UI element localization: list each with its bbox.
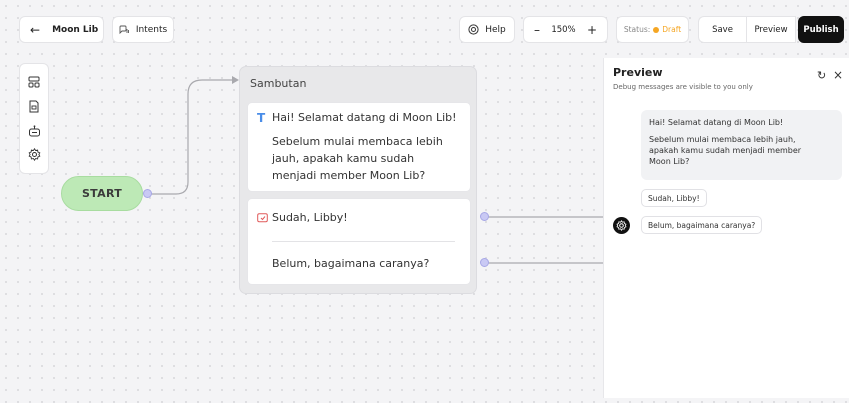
layout-blocks-icon[interactable]	[27, 75, 41, 89]
settings-gear-icon[interactable]	[27, 148, 41, 162]
zoom-in-button[interactable]: +	[587, 23, 597, 37]
save-label: Save	[712, 24, 733, 35]
choice-2-output-port[interactable]	[480, 258, 489, 267]
bot-message-line-3: apakah kamu sudah menjadi member	[649, 146, 802, 155]
close-icon[interactable]: ×	[833, 68, 843, 82]
project-name: Moon Lib	[52, 24, 99, 35]
text-step-icon: T	[257, 111, 266, 125]
save-button[interactable]: Save	[698, 16, 746, 43]
block-title: Sambutan	[250, 77, 307, 90]
choice-chip-sudah-label: Sudah, Libby!	[648, 193, 700, 203]
start-connector	[148, 79, 232, 195]
preview-button[interactable]: Preview	[746, 16, 796, 43]
choices-step-card[interactable]: Sudah, Libby! Belum, bagaimana caranya?	[247, 198, 471, 285]
help-label: Help	[485, 24, 506, 35]
status-label: Status:	[623, 25, 651, 34]
choice-divider	[272, 241, 455, 242]
block-sambutan[interactable]: Sambutan T Hai! Selamat datang di Moon L…	[239, 66, 477, 294]
zoom-out-button[interactable]: –	[534, 23, 540, 37]
message-line-2: Sebelum mulai membaca lebih	[272, 135, 443, 148]
zoom-control: – 150% +	[523, 16, 608, 43]
back-arrow-icon: ←	[30, 22, 41, 37]
bot-message-line-4: Moon Lib?	[649, 157, 690, 166]
back-project-button[interactable]: ← Moon Lib	[19, 16, 104, 43]
preview-panel: Preview Debug messages are visible to yo…	[603, 58, 849, 398]
intents-button[interactable]: Intents	[112, 16, 174, 43]
bot-avatar-icon	[616, 220, 627, 231]
choice-1-text: Sudah, Libby!	[272, 211, 348, 224]
preview-label: Preview	[754, 24, 788, 35]
message-line-3: jauh, apakah kamu sudah	[272, 152, 415, 165]
help-button[interactable]: Help	[459, 16, 515, 43]
message-line-1: Hai! Selamat datang di Moon Lib!	[272, 111, 457, 124]
connector-arrow	[232, 76, 239, 84]
start-output-port[interactable]	[143, 189, 152, 198]
zoom-level: 150%	[551, 24, 576, 35]
choice-step-icon	[257, 213, 268, 223]
document-icon[interactable]	[27, 99, 41, 113]
publish-button[interactable]: Publish	[798, 16, 844, 43]
intents-icon	[119, 25, 129, 34]
bot-message-line-2: Sebelum mulai membaca lebih jauh,	[649, 135, 796, 144]
start-label: START	[81, 187, 123, 200]
preview-title: Preview	[613, 66, 663, 79]
left-toolbar	[19, 63, 49, 174]
bot-icon[interactable]	[27, 124, 41, 138]
choice-chip-sudah[interactable]: Sudah, Libby!	[641, 189, 707, 207]
status-dot-icon	[653, 26, 660, 33]
status-value: Draft	[662, 25, 682, 34]
text-step-card[interactable]: T Hai! Selamat datang di Moon Lib! Sebel…	[247, 102, 471, 192]
restart-icon[interactable]: ↻	[817, 69, 826, 82]
choice-chip-belum-label: Belum, bagaimana caranya?	[648, 220, 756, 230]
bot-avatar	[613, 217, 630, 234]
intents-label: Intents	[135, 24, 168, 35]
status-indicator: Status: Draft	[616, 16, 689, 43]
bot-message-bubble: Hai! Selamat datang di Moon Lib! Sebelum…	[641, 110, 842, 180]
choice-chip-belum[interactable]: Belum, bagaimana caranya?	[641, 216, 763, 234]
choice-1-output-port[interactable]	[480, 212, 489, 221]
help-icon	[468, 24, 479, 35]
message-line-4: menjadi member Moon Lib?	[272, 169, 426, 182]
publish-label: Publish	[803, 24, 839, 35]
preview-subtitle: Debug messages are visible to you only	[613, 83, 753, 91]
start-node[interactable]: START	[61, 176, 143, 211]
choice-2-text: Belum, bagaimana caranya?	[272, 257, 430, 270]
bot-message-line-1: Hai! Selamat datang di Moon Lib!	[649, 118, 784, 127]
